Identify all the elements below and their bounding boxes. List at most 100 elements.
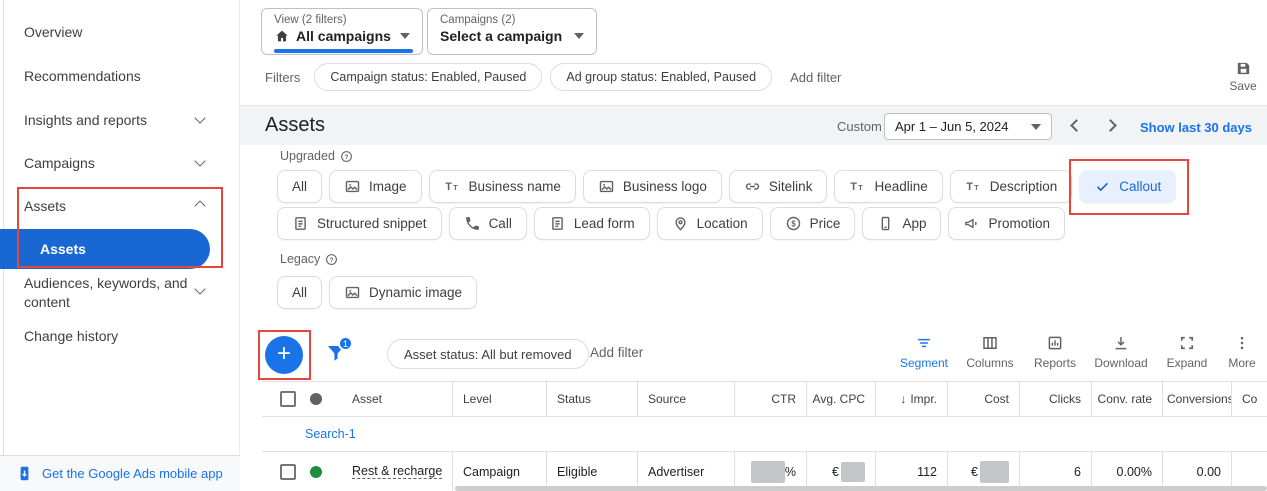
date-range-value: Apr 1 – Jun 5, 2024 (895, 119, 1008, 134)
header-source[interactable]: Source (638, 382, 735, 416)
asset-type-chip-business-name[interactable]: Business name (429, 170, 576, 203)
text-icon (965, 178, 982, 195)
more-button[interactable]: More (1219, 334, 1265, 370)
expand-button[interactable]: Expand (1155, 334, 1219, 370)
asset-type-chip-call[interactable]: Call (449, 207, 527, 240)
next-period-button[interactable] (1104, 119, 1117, 132)
chip-label: Asset status: All but removed (404, 347, 572, 362)
asset-status-filter-chip[interactable]: Asset status: All but removed (387, 339, 589, 369)
sidebar-item-assets-selected[interactable]: Assets (0, 229, 210, 269)
campaign-selector[interactable]: Campaigns (2) Select a campaign (427, 8, 597, 55)
campaign-group-link[interactable]: Search-1 (305, 427, 356, 441)
asset-type-chip-image[interactable]: Image (329, 170, 422, 203)
asset-type-chip-location[interactable]: Location (657, 207, 763, 240)
asset-type-chip-all[interactable]: All (277, 170, 322, 203)
redacted-value (751, 461, 785, 483)
active-view-indicator (274, 49, 413, 53)
sort-descending-icon: ↓ (900, 392, 906, 406)
asset-type-chip-callout-selected[interactable]: Callout (1079, 170, 1176, 203)
legacy-chip-dynamic-image[interactable]: Dynamic image (329, 276, 477, 309)
header-conv-rate[interactable]: Conv. rate (1092, 382, 1163, 416)
table-add-filter-button[interactable]: Add filter (590, 345, 643, 360)
asset-type-chip-promotion[interactable]: Promotion (948, 207, 1065, 240)
sidebar-item-overview[interactable]: Overview (24, 23, 82, 42)
table-group-row: Search-1 (262, 417, 1267, 452)
chip-label: Call (489, 216, 512, 231)
sidebar-item-campaigns[interactable]: Campaigns (24, 154, 95, 173)
filter-chip-adgroup-status[interactable]: Ad group status: Enabled, Paused (550, 63, 772, 91)
row-checkbox[interactable] (280, 464, 296, 480)
dropdown-caret-icon (574, 33, 584, 39)
save-button[interactable]: Save (1221, 60, 1265, 93)
add-asset-button[interactable]: + (265, 336, 303, 374)
action-label: Download (1094, 356, 1147, 370)
segment-button[interactable]: Segment (891, 334, 957, 370)
sidebar-item-insights-reports[interactable]: Insights and reports (24, 111, 147, 130)
help-icon[interactable] (340, 150, 353, 163)
asset-type-chip-description[interactable]: Description (950, 170, 1073, 203)
filter-funnel-button[interactable]: 1 (324, 341, 354, 371)
image-icon (344, 178, 361, 195)
asset-type-chip-lead-form[interactable]: Lead form (534, 207, 650, 240)
asset-type-chip-sitelink[interactable]: Sitelink (729, 170, 828, 203)
dropdown-caret-icon (1031, 124, 1041, 130)
chip-label: Lead form (574, 216, 635, 231)
legacy-chip-all[interactable]: All (277, 276, 322, 309)
show-last-30-days-link[interactable]: Show last 30 days (1140, 120, 1252, 135)
filter-chip-campaign-status[interactable]: Campaign status: Enabled, Paused (314, 63, 542, 91)
download-button[interactable]: Download (1087, 334, 1155, 370)
chip-label: Dynamic image (369, 285, 462, 300)
asset-type-chip-price[interactable]: Price (770, 207, 856, 240)
header-conversions[interactable]: Conversions (1163, 382, 1232, 416)
add-filter-button[interactable]: Add filter (790, 70, 841, 85)
horizontal-scrollbar[interactable] (455, 486, 1267, 491)
sidebar-item-change-history[interactable]: Change history (24, 327, 118, 346)
header-truncated[interactable]: Co (1232, 382, 1267, 416)
column-label: CTR (771, 392, 796, 406)
cell-value: Eligible (557, 465, 597, 479)
header-ctr[interactable]: CTR (735, 382, 807, 416)
check-icon (1094, 178, 1111, 195)
column-label: Conv. rate (1098, 392, 1152, 406)
header-asset[interactable]: Asset (262, 382, 453, 416)
date-range-selector[interactable]: Apr 1 – Jun 5, 2024 (884, 113, 1052, 140)
header-level[interactable]: Level (453, 382, 547, 416)
sidebar: Overview Recommendations Insights and re… (0, 0, 240, 491)
sidebar-item-assets-section[interactable]: Assets (24, 197, 66, 216)
status-dot-header-icon (310, 393, 322, 405)
asset-type-chip-business-logo[interactable]: Business logo (583, 170, 722, 203)
action-label: Columns (966, 356, 1013, 370)
sidebar-item-label: Recommendations (24, 68, 141, 84)
sidebar-item-label: Assets (24, 198, 66, 214)
dropdown-caret-icon (400, 33, 410, 39)
reports-icon (1046, 334, 1064, 352)
view-selector[interactable]: View (2 filters) All campaigns (261, 8, 423, 55)
chip-label: Location (697, 216, 748, 231)
asset-type-chip-structured-snippet[interactable]: Structured snippet (277, 207, 442, 240)
upgraded-label-text: Upgraded (280, 149, 335, 163)
header-avg-cpc[interactable]: Avg. CPC (807, 382, 876, 416)
view-selector-value: All campaigns (296, 28, 391, 44)
chip-label: Promotion (988, 216, 1050, 231)
action-label: Segment (900, 356, 948, 370)
select-all-checkbox[interactable] (280, 391, 296, 407)
cell-value: € (832, 465, 839, 479)
sidebar-item-recommendations[interactable]: Recommendations (24, 67, 141, 86)
sidebar-item-audiences[interactable]: Audiences, keywords, and content (24, 274, 192, 312)
previous-period-button[interactable] (1070, 119, 1083, 132)
asset-name-link[interactable]: Rest & recharge (352, 464, 442, 479)
asset-type-chip-row-1: All Image Business name Business logo Si… (277, 170, 1176, 203)
help-icon[interactable] (325, 253, 338, 266)
action-label: Reports (1034, 356, 1076, 370)
header-clicks[interactable]: Clicks (1020, 382, 1092, 416)
asset-type-chip-app[interactable]: App (862, 207, 941, 240)
header-impressions[interactable]: ↓Impr. (876, 382, 948, 416)
asset-type-chip-headline[interactable]: Headline (834, 170, 942, 203)
chevron-down-icon (194, 155, 205, 166)
reports-button[interactable]: Reports (1023, 334, 1087, 370)
chip-label: Structured snippet (317, 216, 427, 231)
header-cost[interactable]: Cost (948, 382, 1020, 416)
mobile-app-link[interactable]: Get the Google Ads mobile app (42, 466, 223, 481)
header-status[interactable]: Status (547, 382, 638, 416)
columns-button[interactable]: Columns (957, 334, 1023, 370)
